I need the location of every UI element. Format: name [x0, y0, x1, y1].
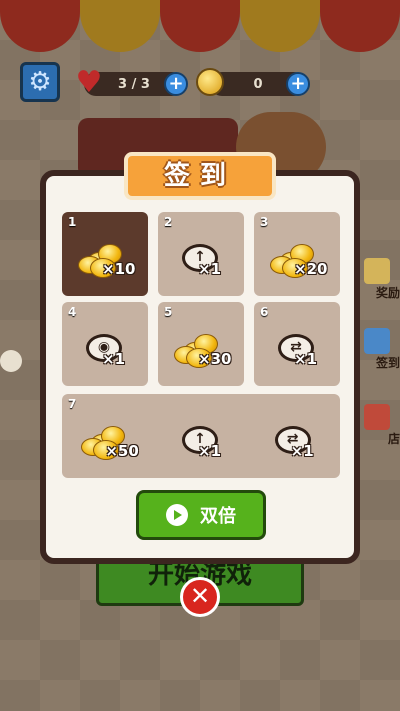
- day-card-6[interactable]: 6 ⇄ ×1: [254, 302, 340, 386]
- reward-item: ⇄ ×1: [259, 416, 329, 464]
- day-number: 7: [68, 397, 77, 411]
- day-card-1[interactable]: 1 ×10: [62, 212, 148, 296]
- add-coin-button[interactable]: +: [286, 72, 310, 96]
- reward-quantity: ×1: [198, 442, 222, 460]
- coin-value: 0: [253, 76, 263, 92]
- reward-item: ↑ ×1: [166, 416, 236, 464]
- left-edge-button[interactable]: [0, 350, 22, 372]
- reward-item: ×20: [262, 234, 332, 282]
- award-icon: [364, 258, 390, 284]
- side-shop-label: 店: [387, 432, 400, 446]
- day-number: 2: [164, 215, 173, 229]
- play-icon: [166, 504, 188, 526]
- shop-icon: [364, 404, 390, 430]
- close-icon: ✕: [189, 582, 211, 610]
- side-signin-label: 签到: [375, 356, 400, 370]
- day-card-2[interactable]: 2 ↑ ×1: [158, 212, 244, 296]
- reward-item: ×10: [70, 234, 140, 282]
- double-reward-button[interactable]: 双倍: [136, 490, 266, 540]
- side-shop-button[interactable]: 店: [356, 404, 400, 452]
- side-signin-button[interactable]: 签到: [356, 328, 400, 376]
- coin-icon: [196, 68, 224, 96]
- gear-icon: ⚙: [28, 67, 52, 97]
- close-button[interactable]: ✕: [180, 577, 220, 617]
- add-hp-button[interactable]: +: [164, 72, 188, 96]
- reward-quantity: ×30: [198, 350, 232, 368]
- reward-quantity: ×1: [294, 350, 318, 368]
- heart-icon: ♥: [75, 65, 103, 100]
- reward-quantity: ×1: [102, 350, 126, 368]
- day-number: 3: [260, 215, 269, 229]
- reward-quantity: ×1: [198, 260, 222, 278]
- reward-item: ⇄ ×1: [262, 324, 332, 372]
- day-card-4[interactable]: 4 ◉ ×1: [62, 302, 148, 386]
- reward-quantity: ×20: [294, 260, 328, 278]
- reward-item: ×50: [73, 416, 143, 464]
- day-number: 4: [68, 305, 77, 319]
- calendar-icon: [364, 328, 390, 354]
- day-number: 6: [260, 305, 269, 319]
- reward-item: ↑ ×1: [166, 234, 236, 282]
- day-card-5[interactable]: 5 ×30: [158, 302, 244, 386]
- reward-quantity: ×50: [105, 442, 139, 460]
- awning-decoration: [0, 0, 400, 52]
- day-card-7[interactable]: 7 ×50 ↑ ×1 ⇄ ×1: [62, 394, 340, 478]
- settings-button[interactable]: ⚙: [20, 62, 60, 102]
- reward-quantity: ×1: [290, 442, 314, 460]
- dialog-title: 签到: [124, 152, 276, 200]
- day-card-3[interactable]: 3 ×20: [254, 212, 340, 296]
- reward-item: ◉ ×1: [70, 324, 140, 372]
- day-number: 1: [68, 215, 77, 229]
- hp-value: 3 / 3: [118, 76, 150, 92]
- reward-item: ×30: [166, 324, 236, 372]
- side-rewards-label: 奖励: [375, 286, 400, 300]
- double-reward-label: 双倍: [200, 506, 236, 527]
- side-rewards-button[interactable]: 奖励: [356, 258, 400, 306]
- reward-quantity: ×10: [102, 260, 136, 278]
- day-number: 5: [164, 305, 173, 319]
